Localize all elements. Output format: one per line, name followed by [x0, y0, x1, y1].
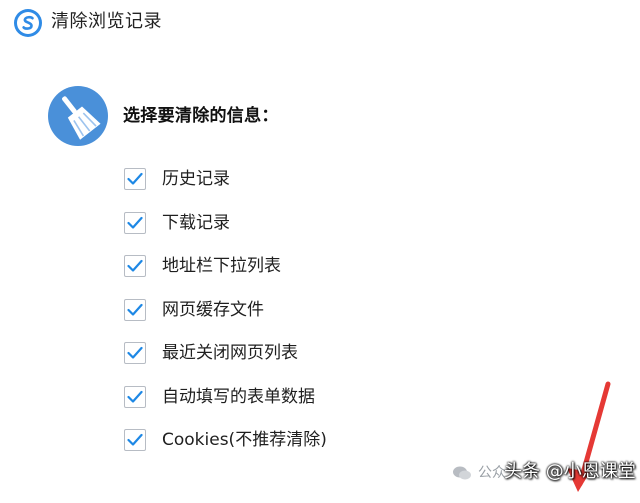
clear-browsing-data-dialog: 清除浏览记录 选择要清除的信息： 历史记录 下载记录 地址栏下拉列表 网页缓存文…	[0, 0, 640, 499]
checkmark-icon	[127, 303, 143, 316]
option-address-bar-dropdown[interactable]: 地址栏下拉列表	[124, 253, 524, 297]
downloads-checkbox[interactable]	[124, 211, 146, 234]
option-label: 最近关闭网页列表	[162, 343, 298, 363]
dialog-title: 清除浏览记录	[51, 11, 162, 32]
watermark-text: 头条 @小恩课堂	[504, 461, 636, 482]
option-downloads[interactable]: 下载记录	[124, 210, 524, 254]
option-recently-closed[interactable]: 最近关闭网页列表	[124, 340, 524, 384]
checkmark-icon	[127, 390, 143, 403]
option-history[interactable]: 历史记录	[124, 166, 524, 210]
browser-logo-icon	[13, 8, 43, 38]
option-label: 历史记录	[162, 169, 230, 189]
title-bar: 清除浏览记录	[0, 0, 640, 46]
web-cache-checkbox[interactable]	[124, 298, 146, 321]
checkmark-icon	[127, 259, 143, 272]
address-bar-checkbox[interactable]	[124, 255, 146, 277]
checkmark-icon	[127, 433, 143, 446]
checkmark-icon	[127, 172, 143, 185]
recently-closed-checkbox[interactable]	[124, 342, 146, 364]
watermark: 公众 头条 @小恩课堂	[452, 459, 636, 487]
section-heading: 选择要清除的信息：	[123, 106, 279, 126]
clear-options-list: 历史记录 下载记录 地址栏下拉列表 网页缓存文件 最近关闭网页列表 自动填写的表…	[124, 166, 524, 471]
option-label: 网页缓存文件	[162, 299, 264, 320]
watermark-prefix: 公众	[478, 465, 506, 481]
checkmark-icon	[127, 216, 143, 229]
autofill-checkbox[interactable]	[124, 385, 146, 408]
option-label: 地址栏下拉列表	[162, 256, 281, 276]
history-checkbox[interactable]	[124, 168, 146, 190]
option-autofill-forms[interactable]: 自动填写的表单数据	[124, 384, 524, 428]
broom-icon	[48, 86, 108, 146]
option-label: 自动填写的表单数据	[162, 386, 315, 407]
wechat-icon	[452, 465, 472, 481]
cookies-checkbox[interactable]	[124, 429, 146, 451]
option-web-cache[interactable]: 网页缓存文件	[124, 297, 524, 341]
option-label: 下载记录	[162, 212, 230, 233]
option-label: Cookies(不推荐清除)	[162, 430, 327, 450]
checkmark-icon	[127, 346, 143, 359]
